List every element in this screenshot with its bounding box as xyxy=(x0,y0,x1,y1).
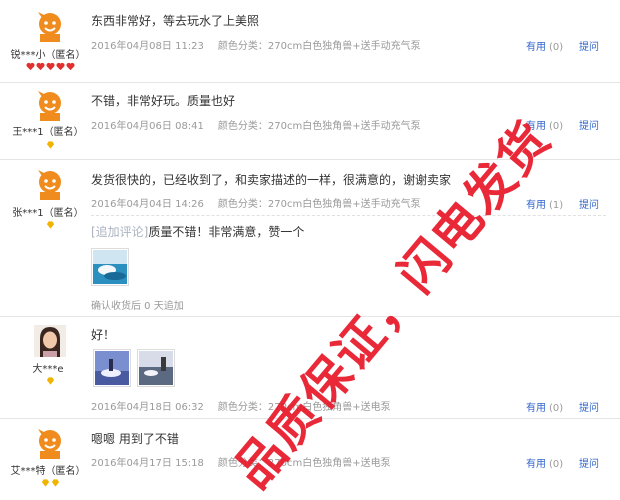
review-date: 2016年04月17日 15:18 xyxy=(91,458,204,469)
useful-button[interactable]: 有用 (0) xyxy=(526,455,563,470)
default-avatar-icon xyxy=(34,89,66,121)
default-avatar-icon xyxy=(34,427,66,459)
append-content: 质量不错！非常满意，赞一个 xyxy=(148,225,305,239)
useful-label[interactable]: 有用 xyxy=(526,42,546,53)
review-content: 不错，非常好玩。质量也好 xyxy=(91,94,236,108)
buyer-rank-diamond-icon xyxy=(0,141,100,151)
review-content: 东西非常好，等去玩水了上美照 xyxy=(91,14,260,28)
pool-photo-image xyxy=(139,351,173,385)
review-photo-thumbnail[interactable] xyxy=(137,349,175,387)
user-name: 艾***特（匿名） xyxy=(10,466,86,477)
heart-icon xyxy=(65,62,75,71)
sku-info: 颜色分类：270cm白色独角兽+送手动充气泵 xyxy=(217,41,421,52)
pool-photo-image xyxy=(95,351,129,385)
ask-question-link[interactable]: 提问 xyxy=(579,117,599,132)
avatar[interactable] xyxy=(34,10,66,42)
review-meta: 2016年04月08日 11:23 颜色分类：270cm白色独角兽+送手动充气泵 xyxy=(91,37,421,52)
user-name: 张***1（匿名） xyxy=(12,208,84,219)
useful-count: (0) xyxy=(549,42,564,53)
review-meta: 2016年04月06日 08:41 颜色分类：270cm白色独角兽+送手动充气泵 xyxy=(91,117,421,132)
ask-question-link[interactable]: 提问 xyxy=(579,399,599,414)
buyer-rank-diamond-icon xyxy=(0,221,100,231)
diamond-icon xyxy=(51,479,59,487)
useful-count: (0) xyxy=(549,121,564,132)
useful-label[interactable]: 有用 xyxy=(526,459,546,470)
useful-button[interactable]: 有用 (0) xyxy=(526,38,563,53)
default-avatar-icon xyxy=(34,168,66,200)
pool-photo-image xyxy=(93,250,127,284)
ask-question-link[interactable]: 提问 xyxy=(579,196,599,211)
user-name: 锐***小（匿名） xyxy=(10,50,86,61)
review-content: 嗯嗯 用到了不错 xyxy=(91,432,179,446)
ask-question-link[interactable]: 提问 xyxy=(579,455,599,470)
diamond-icon xyxy=(46,141,54,149)
review-date: 2016年04月08日 11:23 xyxy=(91,41,204,52)
sku-info: 颜色分类：270cm白色独角兽+送手动充气泵 xyxy=(217,199,421,210)
diamond-icon xyxy=(46,377,54,385)
useful-count: (1) xyxy=(549,200,564,211)
review-photo-thumbnail[interactable] xyxy=(91,248,129,286)
review-date: 2016年04月18日 06:32 xyxy=(91,402,204,413)
ask-question-link[interactable]: 提问 xyxy=(579,38,599,53)
review-date: 2016年04月06日 08:41 xyxy=(91,121,204,132)
useful-button[interactable]: 有用 (1) xyxy=(526,196,563,211)
useful-count: (0) xyxy=(549,459,564,470)
user-photo-avatar xyxy=(34,325,66,357)
diamond-icon xyxy=(41,479,49,487)
user-name: 大***e xyxy=(32,364,64,375)
buyer-rank-diamond-icon xyxy=(0,479,100,489)
avatar[interactable] xyxy=(34,427,66,459)
divider xyxy=(91,215,606,216)
review-photo-thumbnail[interactable] xyxy=(93,349,131,387)
useful-button[interactable]: 有用 (0) xyxy=(526,399,563,414)
heart-icon xyxy=(55,62,65,71)
review-item: 锐***小（匿名） 东西非常好，等去玩水了上美照 2016年04月08日 11:… xyxy=(0,0,620,83)
heart-icon xyxy=(35,62,45,71)
appended-review: [追加评论]质量不错！非常满意，赞一个 xyxy=(91,223,304,240)
append-tag: [追加评论] xyxy=(91,225,149,239)
useful-label[interactable]: 有用 xyxy=(526,403,546,414)
review-list: 锐***小（匿名） 东西非常好，等去玩水了上美照 2016年04月08日 11:… xyxy=(0,0,620,500)
append-time: 确认收货后 0 天追加 xyxy=(91,301,184,312)
avatar[interactable] xyxy=(34,89,66,121)
avatar[interactable] xyxy=(34,325,66,357)
heart-icon xyxy=(25,62,35,71)
buyer-rank-hearts-icon xyxy=(0,62,100,72)
buyer-rank-diamond-icon xyxy=(0,377,100,387)
review-content: 发货很快的，已经收到了，和卖家描述的一样，很满意的，谢谢卖家 xyxy=(91,173,452,187)
diamond-icon xyxy=(46,221,54,229)
useful-label[interactable]: 有用 xyxy=(526,200,546,211)
review-content: 好！ xyxy=(91,328,116,342)
user-name: 王***1（匿名） xyxy=(12,127,84,138)
default-avatar-icon xyxy=(34,10,66,42)
useful-count: (0) xyxy=(549,403,564,414)
review-date: 2016年04月04日 14:26 xyxy=(91,199,204,210)
heart-icon xyxy=(45,62,55,71)
sku-info: 颜色分类：270cm白色独角兽+送手动充气泵 xyxy=(217,121,421,132)
avatar[interactable] xyxy=(34,168,66,200)
review-meta: 2016年04月04日 14:26 颜色分类：270cm白色独角兽+送手动充气泵 xyxy=(91,195,421,210)
